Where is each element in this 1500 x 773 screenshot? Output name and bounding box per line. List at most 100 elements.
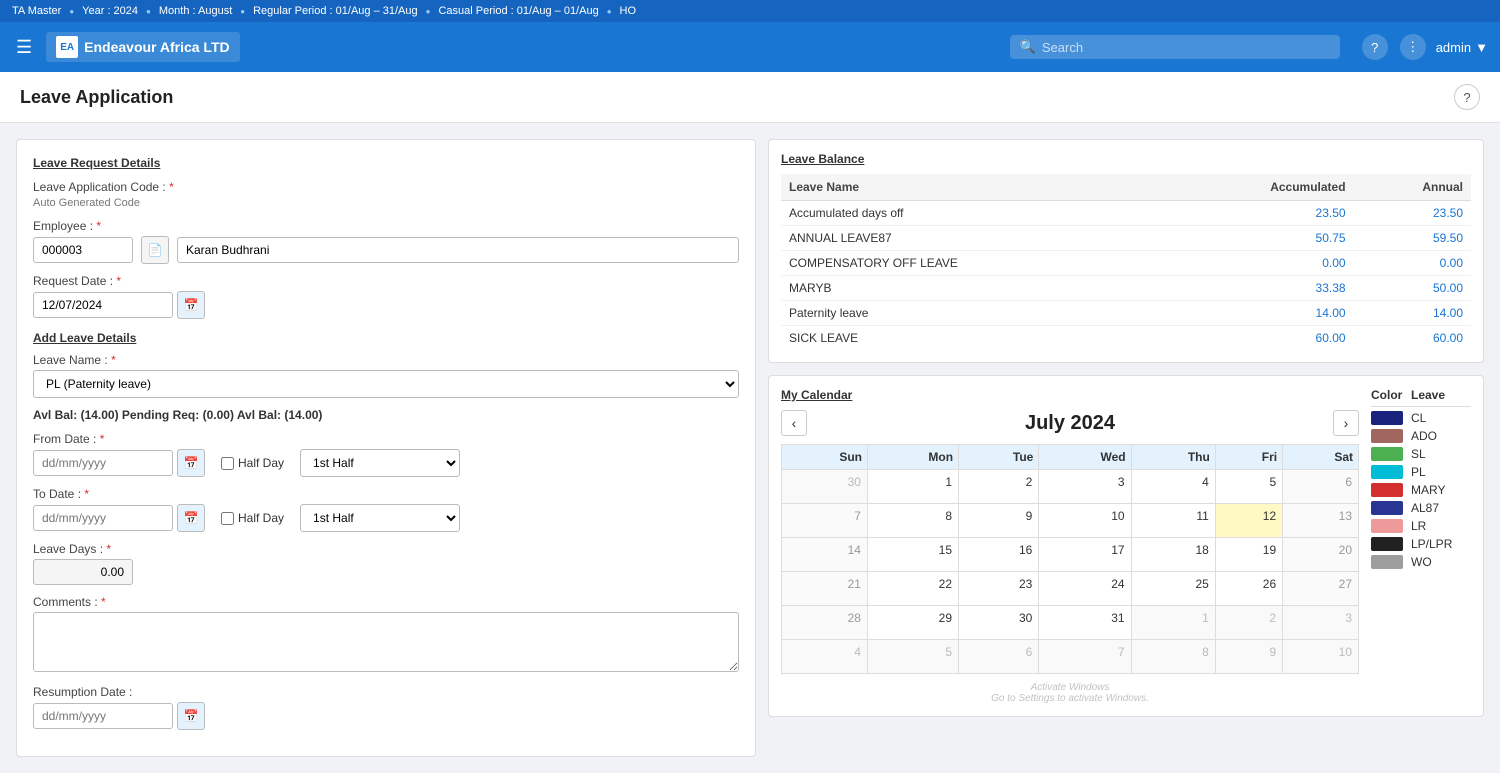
calendar-day-cell[interactable]: 8 bbox=[867, 504, 958, 538]
grid-icon[interactable]: ⋮ bbox=[1400, 34, 1426, 60]
calendar-day-cell[interactable]: 12 bbox=[1215, 504, 1282, 538]
month-label: Month : August bbox=[159, 5, 232, 17]
calendar-day-cell[interactable]: 5 bbox=[1215, 470, 1282, 504]
calendar-section: My Calendar ‹ July 2024 › SunMonTueWedTh… bbox=[768, 375, 1484, 717]
leave-days-input bbox=[33, 559, 133, 585]
legend-color-swatch bbox=[1371, 447, 1403, 461]
calendar-day-cell[interactable]: 10 bbox=[1283, 640, 1359, 674]
employee-lookup-button[interactable]: 📄 bbox=[141, 236, 169, 264]
calendar-next-button[interactable]: › bbox=[1333, 410, 1359, 436]
calendar-day-cell[interactable]: 8 bbox=[1131, 640, 1215, 674]
calendar-week-row: 78910111213 bbox=[782, 504, 1359, 538]
from-half-day-check[interactable]: Half Day bbox=[221, 456, 284, 470]
calendar-day-cell[interactable]: 29 bbox=[867, 606, 958, 640]
calendar-day-cell[interactable]: 9 bbox=[959, 504, 1039, 538]
calendar-day-cell[interactable]: 19 bbox=[1215, 538, 1282, 572]
from-date-calendar-button[interactable]: 📅 bbox=[177, 449, 205, 477]
calendar-day-cell[interactable]: 18 bbox=[1131, 538, 1215, 572]
help-nav-icon[interactable]: ? bbox=[1362, 34, 1388, 60]
calendar-day-cell[interactable]: 1 bbox=[867, 470, 958, 504]
lb-accumulated: 0.00 bbox=[1164, 251, 1353, 276]
lb-name: MARYB bbox=[781, 276, 1164, 301]
lb-name: ANNUAL LEAVE87 bbox=[781, 226, 1164, 251]
cal-day-header: Sun bbox=[782, 445, 868, 470]
casual-period: Casual Period : 01/Aug – 01/Aug bbox=[438, 5, 598, 17]
request-date-calendar-button[interactable]: 📅 bbox=[177, 291, 205, 319]
nav-bar: ☰ EA Endeavour Africa LTD 🔍 ? ⋮ admin ▼ bbox=[0, 22, 1500, 72]
calendar-week-row: 14151617181920 bbox=[782, 538, 1359, 572]
employee-code-input[interactable] bbox=[33, 237, 133, 263]
calendar-day-cell[interactable]: 24 bbox=[1039, 572, 1131, 606]
calendar-day-cell[interactable]: 4 bbox=[1131, 470, 1215, 504]
legend-label: AL87 bbox=[1411, 501, 1471, 515]
leave-days-label: Leave Days : * bbox=[33, 542, 739, 556]
calendar-day-cell[interactable]: 14 bbox=[782, 538, 868, 572]
calendar-prev-button[interactable]: ‹ bbox=[781, 410, 807, 436]
to-half-day-checkbox[interactable] bbox=[221, 512, 234, 525]
table-row: SICK LEAVE 60.00 60.00 bbox=[781, 326, 1471, 351]
calendar-day-cell[interactable]: 11 bbox=[1131, 504, 1215, 538]
calendar-day-cell[interactable]: 26 bbox=[1215, 572, 1282, 606]
calendar-day-cell[interactable]: 6 bbox=[959, 640, 1039, 674]
calendar-day-cell[interactable]: 23 bbox=[959, 572, 1039, 606]
calendar-day-cell[interactable]: 22 bbox=[867, 572, 958, 606]
leave-name-select[interactable]: PL (Paternity leave) CL ADO SL ANNUAL LE… bbox=[33, 370, 739, 398]
to-date-calendar-button[interactable]: 📅 bbox=[177, 504, 205, 532]
legend-label: MARY bbox=[1411, 483, 1471, 497]
calendar-day-cell[interactable]: 3 bbox=[1039, 470, 1131, 504]
from-date-input[interactable] bbox=[33, 450, 173, 476]
calendar-day-cell[interactable]: 1 bbox=[1131, 606, 1215, 640]
calendar-day-cell[interactable]: 30 bbox=[959, 606, 1039, 640]
calendar-day-cell[interactable]: 7 bbox=[1039, 640, 1131, 674]
calendar-day-cell[interactable]: 10 bbox=[1039, 504, 1131, 538]
lb-col-annual: Annual bbox=[1354, 174, 1471, 201]
calendar-day-cell[interactable]: 30 bbox=[782, 470, 868, 504]
cal-day-header: Thu bbox=[1131, 445, 1215, 470]
from-half-day-checkbox[interactable] bbox=[221, 457, 234, 470]
app-logo[interactable]: EA Endeavour Africa LTD bbox=[46, 32, 239, 62]
legend-item: WO bbox=[1371, 555, 1471, 569]
calendar-day-cell[interactable]: 28 bbox=[782, 606, 868, 640]
hamburger-menu[interactable]: ☰ bbox=[12, 33, 36, 62]
legend-color-swatch bbox=[1371, 465, 1403, 479]
legend-item: SL bbox=[1371, 447, 1471, 461]
table-row: MARYB 33.38 50.00 bbox=[781, 276, 1471, 301]
calendar-day-cell[interactable]: 7 bbox=[782, 504, 868, 538]
calendar-day-cell[interactable]: 2 bbox=[959, 470, 1039, 504]
calendar-legend: Color Leave CL ADO SL PL MARY AL87 LR LP… bbox=[1371, 388, 1471, 704]
leave-balance-title: Leave Balance bbox=[781, 152, 1471, 166]
calendar-day-cell[interactable]: 25 bbox=[1131, 572, 1215, 606]
employee-row: Employee : * 📄 bbox=[33, 219, 739, 264]
request-date-input[interactable] bbox=[33, 292, 173, 318]
calendar-day-cell[interactable]: 27 bbox=[1283, 572, 1359, 606]
legend-label: LR bbox=[1411, 519, 1471, 533]
to-half-day-check[interactable]: Half Day bbox=[221, 511, 284, 525]
calendar-day-cell[interactable]: 17 bbox=[1039, 538, 1131, 572]
admin-menu[interactable]: admin ▼ bbox=[1436, 40, 1488, 55]
legend-label: SL bbox=[1411, 447, 1471, 461]
calendar-day-cell[interactable]: 20 bbox=[1283, 538, 1359, 572]
calendar-day-cell[interactable]: 3 bbox=[1283, 606, 1359, 640]
search-bar[interactable]: 🔍 bbox=[1010, 35, 1340, 59]
legend-label: CL bbox=[1411, 411, 1471, 425]
calendar-day-cell[interactable]: 31 bbox=[1039, 606, 1131, 640]
calendar-day-cell[interactable]: 9 bbox=[1215, 640, 1282, 674]
calendar-day-cell[interactable]: 2 bbox=[1215, 606, 1282, 640]
calendar-day-cell[interactable]: 16 bbox=[959, 538, 1039, 572]
leave-application-form: Leave Request Details Leave Application … bbox=[16, 139, 756, 757]
calendar-day-cell[interactable]: 5 bbox=[867, 640, 958, 674]
resumption-date-input[interactable] bbox=[33, 703, 173, 729]
to-date-input[interactable] bbox=[33, 505, 173, 531]
calendar-day-cell[interactable]: 4 bbox=[782, 640, 868, 674]
calendar-day-cell[interactable]: 15 bbox=[867, 538, 958, 572]
calendar-main: My Calendar ‹ July 2024 › SunMonTueWedTh… bbox=[781, 388, 1359, 704]
help-button[interactable]: ? bbox=[1454, 84, 1480, 110]
search-input[interactable] bbox=[1042, 40, 1330, 55]
employee-name-input[interactable] bbox=[177, 237, 739, 263]
comments-textarea[interactable] bbox=[33, 612, 739, 672]
calendar-day-cell[interactable]: 13 bbox=[1283, 504, 1359, 538]
from-half-select[interactable]: 1st Half 2nd Half bbox=[300, 449, 460, 477]
calendar-day-cell[interactable]: 21 bbox=[782, 572, 868, 606]
to-half-select[interactable]: 1st Half 2nd Half bbox=[300, 504, 460, 532]
calendar-day-cell[interactable]: 6 bbox=[1283, 470, 1359, 504]
